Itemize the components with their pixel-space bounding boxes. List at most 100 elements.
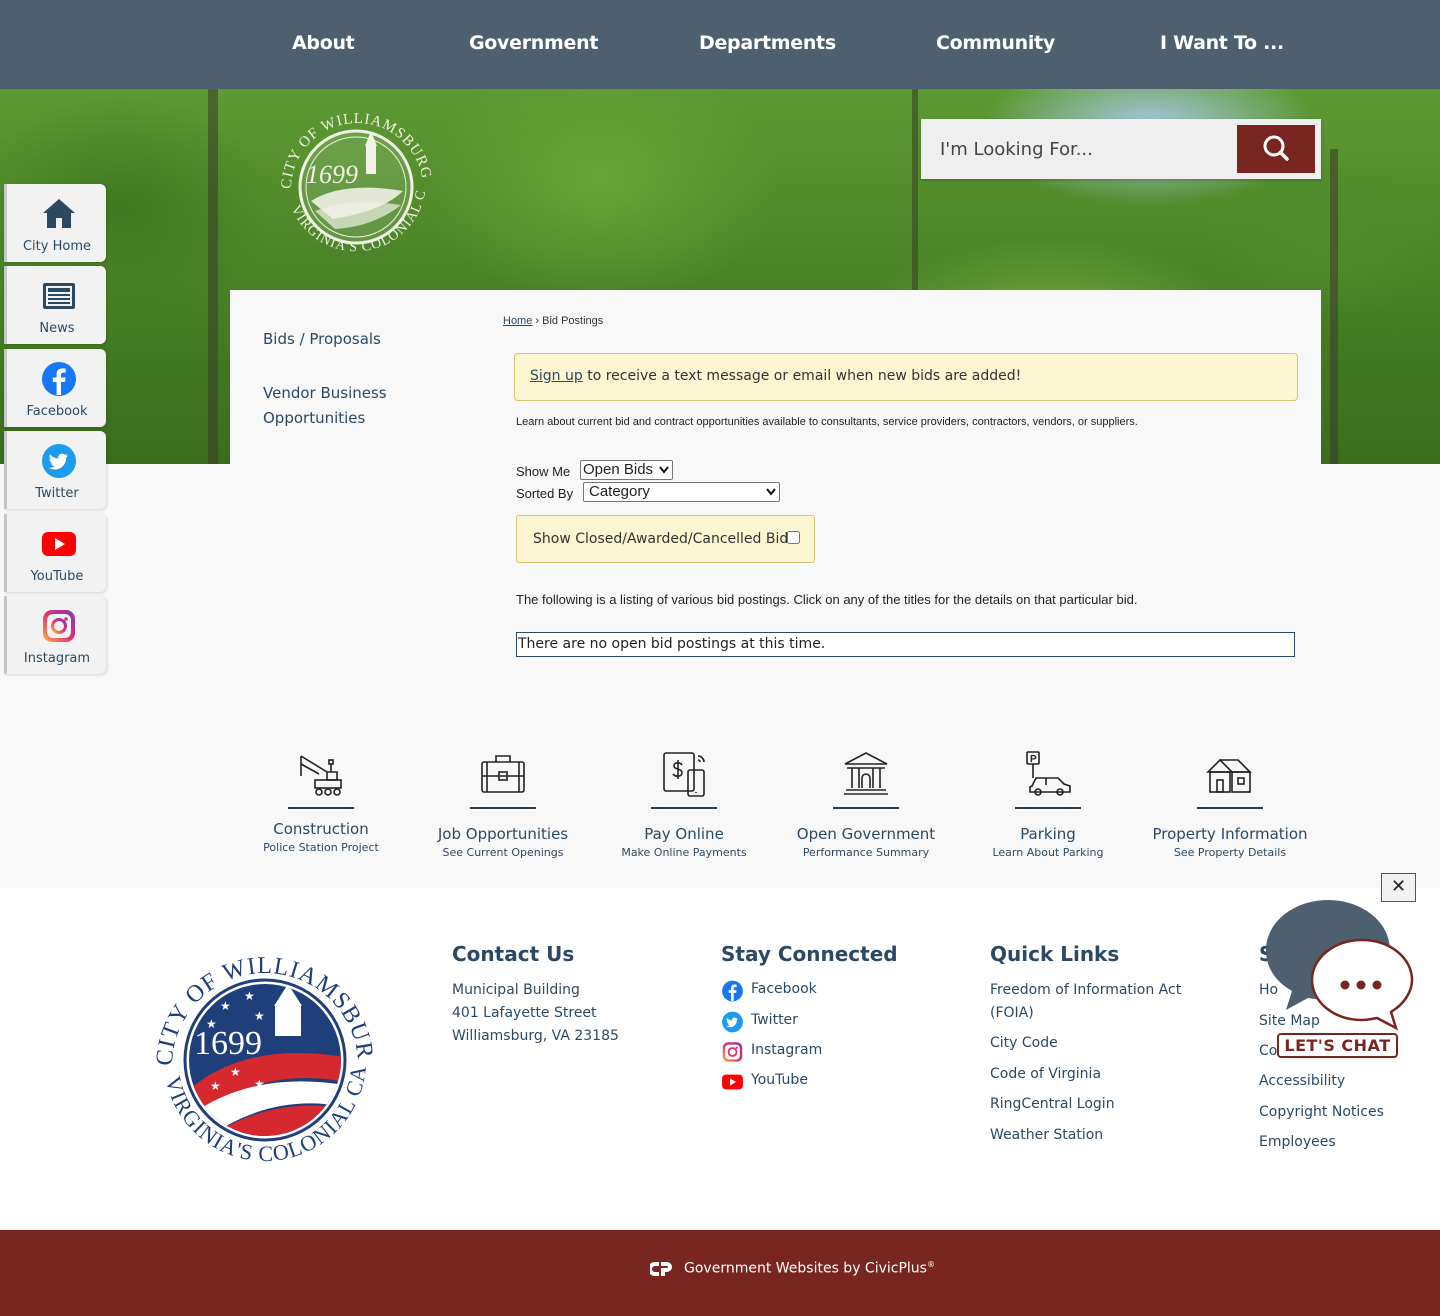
svg-text:P: P: [1030, 754, 1037, 765]
footer-link-weather-station[interactable]: Weather Station: [990, 1124, 1103, 1147]
top-navigation: About Government Departments Community I…: [0, 0, 1440, 89]
sidebar-item-label: YouTube: [30, 569, 84, 584]
tile-title: Property Information: [1152, 825, 1308, 843]
city-seal-footer-logo[interactable]: 1699 ★★★ ★★★ ★ CITY OF WILLIAMSBURG VIRG…: [150, 948, 380, 1178]
nav-about[interactable]: About: [292, 32, 355, 54]
show-me-value: Open Bids: [583, 461, 654, 478]
seal-year: 1699: [306, 160, 358, 189]
house-icon: [1206, 758, 1252, 793]
footer-contact-line: 401 Lafayette Street: [452, 1005, 597, 1021]
breadcrumb-home-link[interactable]: Home: [503, 315, 532, 327]
footer-social-label: YouTube: [751, 1072, 808, 1088]
svg-text:★: ★: [254, 1077, 265, 1091]
sidebar-item-label: Twitter: [35, 486, 79, 501]
tile-subtitle: Make Online Payments: [621, 846, 747, 859]
tile-divider: [288, 807, 354, 809]
seal-year: 1699: [194, 1025, 262, 1062]
search-input[interactable]: [921, 119, 1237, 179]
footer-stay-connected-heading: Stay Connected: [721, 942, 898, 966]
nav-community[interactable]: Community: [936, 32, 1055, 54]
footer-link-employees[interactable]: Employees: [1259, 1131, 1336, 1154]
footer-link-ringcentral-login[interactable]: RingCentral Login: [990, 1093, 1115, 1116]
tile-property-information[interactable]: Property Information See Property Detail…: [1140, 745, 1320, 865]
footer-quick-links-heading: Quick Links: [990, 942, 1120, 966]
sidebar-item-youtube[interactable]: YouTube: [4, 514, 106, 592]
footer-link-code-of-virginia[interactable]: Code of Virginia: [990, 1063, 1101, 1086]
registered-mark: ®: [926, 1260, 935, 1269]
footer-social-label: Instagram: [751, 1042, 823, 1058]
chat-label[interactable]: LET'S CHAT: [1277, 1033, 1398, 1058]
footer-link-foia[interactable]: Freedom of Information Act: [990, 979, 1181, 1002]
search-bar: [921, 119, 1321, 179]
tile-title: Construction: [273, 820, 369, 838]
civicplus-text: Government Websites by CivicPlus: [684, 1260, 927, 1277]
closed-bids-checkbox[interactable]: [787, 531, 800, 544]
sidebar-item-instagram[interactable]: Instagram: [4, 596, 106, 674]
subnav-vendor-line2[interactable]: Opportunities: [263, 406, 365, 431]
tile-title: Parking: [1020, 825, 1076, 843]
breadcrumb-separator: ›: [535, 315, 540, 327]
tile-open-government[interactable]: Open Government Performance Summary: [776, 745, 956, 865]
subnav-bids-proposals[interactable]: Bids / Proposals: [263, 327, 381, 352]
newspaper-icon: [43, 283, 75, 309]
twitter-icon: [42, 444, 76, 478]
sorted-by-select[interactable]: Category: [583, 482, 780, 502]
breadcrumb: Home › Bid Postings: [503, 315, 603, 327]
sorted-by-label: Sorted By: [516, 486, 574, 501]
footer-social-label: Facebook: [751, 981, 817, 997]
footer-contact-line: Williamsburg, VA 23185: [452, 1028, 619, 1044]
closed-bids-filter: Show Closed/Awarded/Cancelled Bids:: [516, 515, 815, 563]
show-me-select[interactable]: Open Bids: [580, 460, 673, 480]
tile-job-opportunities[interactable]: Job Opportunities See Current Openings: [413, 745, 593, 865]
search-button[interactable]: [1237, 125, 1315, 173]
tile-divider: [651, 807, 717, 809]
show-me-label: Show Me: [516, 464, 571, 479]
footer-link-foia-abbrev[interactable]: (FOIA): [990, 1002, 1034, 1025]
nav-i-want-to[interactable]: I Want To ...: [1160, 32, 1284, 54]
instagram-icon: [43, 610, 75, 642]
tile-parking[interactable]: P Parking Learn About Parking: [958, 745, 1138, 865]
footer-link-accessibility[interactable]: Accessibility: [1259, 1070, 1345, 1093]
sidebar-item-city-home[interactable]: City Home: [4, 184, 106, 262]
svg-text:★: ★: [206, 1017, 217, 1031]
instagram-icon: [722, 1042, 743, 1062]
tile-pay-online[interactable]: Pay Online Make Online Payments: [594, 745, 774, 865]
tile-title: Pay Online: [644, 825, 724, 843]
tile-divider: [833, 807, 899, 809]
nav-departments[interactable]: Departments: [699, 32, 836, 54]
footer-contact-heading: Contact Us: [452, 942, 575, 966]
sidebar-item-label: Instagram: [23, 651, 91, 666]
sidebar-item-twitter[interactable]: Twitter: [4, 431, 106, 509]
tile-construction[interactable]: Construction Police Station Project: [231, 745, 411, 865]
sidebar-item-facebook[interactable]: Facebook: [4, 349, 106, 427]
footer-social-label: Twitter: [751, 1012, 798, 1028]
footer-link-copyright-notices[interactable]: Copyright Notices: [1259, 1101, 1384, 1124]
svg-text:★: ★: [220, 999, 231, 1013]
tree-trunk: [1330, 149, 1338, 464]
youtube-icon: [42, 532, 76, 556]
city-seal-logo[interactable]: CITY OF WILLIAMSBURG VIRGINIA'S COLONIAL…: [273, 101, 439, 271]
tile-divider: [470, 807, 536, 809]
chevron-down-icon: [659, 466, 669, 474]
sidebar-item-label: City Home: [22, 239, 91, 254]
tile-subtitle: Learn About Parking: [992, 846, 1104, 859]
subnav-vendor-line1[interactable]: Vendor Business: [263, 381, 387, 406]
svg-text:★: ★: [230, 1065, 241, 1079]
listing-description: The following is a listing of various bi…: [516, 592, 1138, 607]
sorted-by-value: Category: [589, 483, 650, 500]
government-building-icon: [844, 752, 888, 795]
home-icon: [43, 199, 75, 228]
closed-bids-label: Show Closed/Awarded/Cancelled Bids:: [533, 531, 801, 547]
crane-icon: [300, 755, 342, 796]
tile-subtitle: See Property Details: [1173, 846, 1287, 859]
footer-link-city-code[interactable]: City Code: [990, 1032, 1058, 1055]
footer-contact-line: Municipal Building: [452, 982, 580, 998]
parking-car-icon: P: [1026, 751, 1071, 796]
sidebar-item-news[interactable]: News: [4, 266, 106, 344]
sidebar-item-label: News: [39, 321, 75, 336]
civicplus-link[interactable]: Government Websites by CivicPlus®: [684, 1260, 935, 1277]
signup-link[interactable]: Sign up: [530, 368, 583, 384]
payment-icon: [663, 752, 705, 797]
nav-government[interactable]: Government: [469, 32, 598, 54]
svg-text:★: ★: [244, 989, 255, 1003]
